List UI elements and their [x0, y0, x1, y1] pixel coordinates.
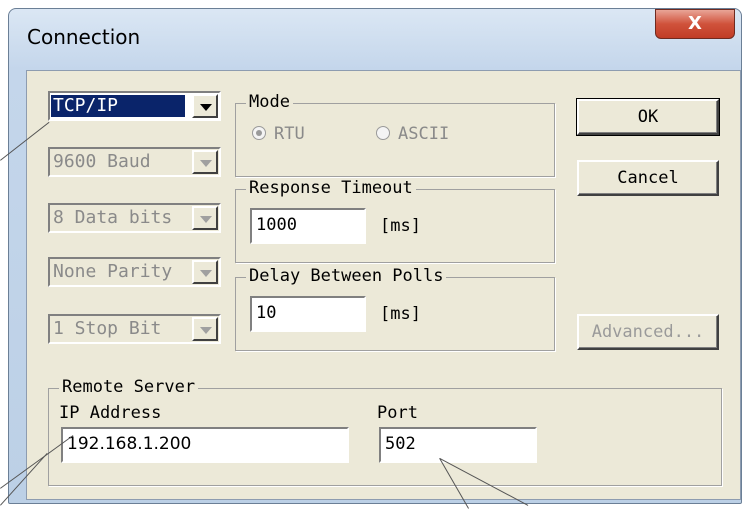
parity-select: None Parity: [48, 257, 221, 287]
delay-between-polls-input[interactable]: 10: [250, 296, 366, 332]
connection-dialog: Connection X TCP/IP 9600 Baud 8 Data bit…: [8, 8, 742, 504]
stop-bits-value: 1 Stop Bit: [53, 318, 162, 339]
dialog-body: TCP/IP 9600 Baud 8 Data bits None Parity…: [26, 70, 741, 500]
mode-group: Mode RTU ASCII: [235, 92, 555, 177]
mode-ascii-label: ASCII: [398, 124, 450, 144]
mode-rtu-radio: RTU: [252, 124, 305, 144]
response-timeout-input[interactable]: 1000: [250, 208, 366, 244]
mode-label: Mode: [246, 92, 293, 112]
cancel-button[interactable]: Cancel: [577, 160, 719, 196]
chevron-down-icon: [192, 150, 218, 174]
remote-server-label: Remote Server: [59, 377, 199, 397]
port-label: Port: [377, 403, 418, 423]
parity-value: None Parity: [53, 261, 173, 282]
remote-server-group: Remote Server IP Address 192.168.1.200 P…: [48, 377, 722, 486]
ok-button[interactable]: OK: [576, 98, 720, 136]
close-icon: X: [688, 13, 702, 34]
response-timeout-unit: [ms]: [380, 216, 421, 236]
delay-between-polls-label: Delay Between Polls: [246, 266, 447, 286]
close-button[interactable]: X: [655, 9, 735, 39]
chevron-down-icon[interactable]: [192, 94, 218, 118]
mode-ascii-radio: ASCII: [376, 124, 449, 144]
baud-rate-value: 9600 Baud: [53, 151, 151, 172]
delay-between-polls-unit: [ms]: [380, 304, 421, 324]
advanced-button: Advanced...: [577, 314, 719, 350]
ip-address-input[interactable]: 192.168.1.200: [61, 427, 349, 463]
chevron-down-icon: [192, 206, 218, 230]
data-bits-value: 8 Data bits: [53, 207, 173, 228]
connection-type-select[interactable]: TCP/IP: [48, 91, 221, 121]
response-timeout-label: Response Timeout: [246, 178, 416, 198]
window-title: Connection: [27, 25, 141, 49]
port-input[interactable]: 502: [379, 427, 537, 463]
data-bits-select: 8 Data bits: [48, 203, 221, 233]
chevron-down-icon: [192, 260, 218, 284]
connection-type-value: TCP/IP: [51, 95, 185, 117]
chevron-down-icon: [192, 317, 218, 341]
ip-address-label: IP Address: [59, 403, 162, 423]
delay-between-polls-group: Delay Between Polls 10 [ms]: [235, 266, 555, 351]
response-timeout-group: Response Timeout 1000 [ms]: [235, 178, 555, 263]
baud-rate-select: 9600 Baud: [48, 147, 221, 177]
stop-bits-select: 1 Stop Bit: [48, 314, 221, 344]
mode-rtu-label: RTU: [274, 124, 305, 144]
